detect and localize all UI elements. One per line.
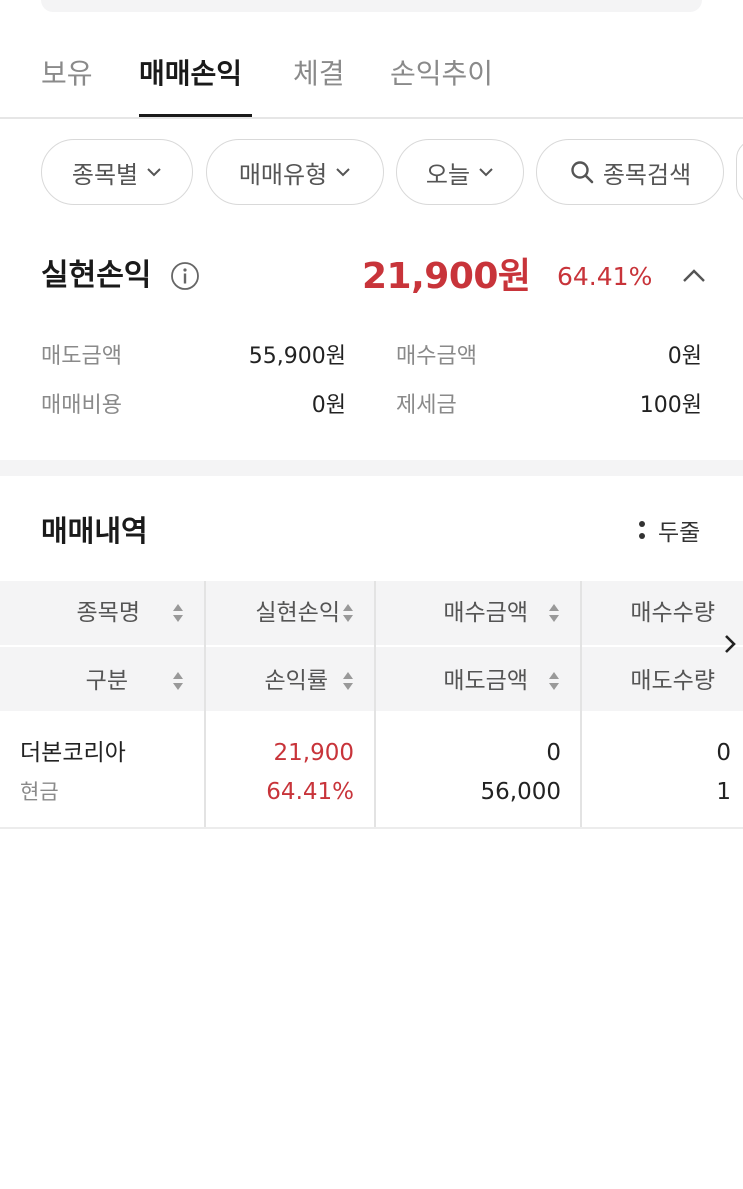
trade-cost-label: 매매비용 xyxy=(41,393,122,418)
tab-bar: 보유 매매손익 체결 손익추이 xyxy=(0,0,743,119)
tabs-divider xyxy=(0,117,743,119)
filter-by-stock-label: 종목별 xyxy=(71,160,139,189)
header-type[interactable]: 구분 xyxy=(20,666,128,696)
tab-holdings[interactable]: 보유 xyxy=(41,55,93,93)
row-divider xyxy=(0,827,743,829)
chevron-up-icon[interactable] xyxy=(681,266,707,284)
tab-pl-trend[interactable]: 손익추이 xyxy=(390,55,493,93)
search-icon xyxy=(569,159,595,185)
sort-icon[interactable] xyxy=(342,669,354,693)
column-separator xyxy=(374,581,376,828)
header-realized-pl[interactable]: 실현손익 xyxy=(214,598,340,628)
section-divider xyxy=(0,460,743,476)
filter-trade-type-label: 매매유형 xyxy=(238,160,328,189)
sort-icon[interactable] xyxy=(548,601,560,625)
trade-cost-value: 0원 xyxy=(311,393,346,418)
more-filter-chip[interactable] xyxy=(736,139,743,205)
filter-trade-type-button[interactable]: 매매유형 xyxy=(206,139,384,205)
trade-type-cell: 현금 xyxy=(20,780,59,804)
filter-period-label: 오늘 xyxy=(425,160,471,189)
sell-amount-value: 55,900원 xyxy=(248,344,346,369)
sort-icon[interactable] xyxy=(548,669,560,693)
tab-trading-pl[interactable]: 매매손익 xyxy=(139,55,242,93)
chevron-down-icon xyxy=(478,164,494,180)
sort-icon[interactable] xyxy=(172,669,184,693)
trade-history-title: 매매내역 xyxy=(41,514,148,548)
stock-search-label: 종목검색 xyxy=(602,160,692,189)
header-sell-qty[interactable]: 매도수량 xyxy=(590,666,715,696)
buy-qty-cell: 0 xyxy=(716,740,731,766)
sell-amount-label: 매도금액 xyxy=(41,344,122,369)
chevron-down-icon xyxy=(146,164,162,180)
two-dots-icon xyxy=(638,519,646,549)
buy-amount-label: 매수금액 xyxy=(396,344,477,369)
header-stock-name[interactable]: 종목명 xyxy=(20,598,140,628)
two-line-view-label: 두줄 xyxy=(658,520,701,546)
realized-pl-title: 실현손익 xyxy=(41,258,152,293)
realized-pl-amount: 21,900원 xyxy=(362,256,531,297)
sort-icon[interactable] xyxy=(172,601,184,625)
filter-by-stock-button[interactable]: 종목별 xyxy=(41,139,193,205)
tab-executions[interactable]: 체결 xyxy=(293,55,345,93)
pl-rate-cell: 64.41% xyxy=(266,779,354,805)
sort-icon[interactable] xyxy=(342,601,354,625)
column-separator xyxy=(204,581,206,828)
realized-pl-cell: 21,900 xyxy=(273,740,354,766)
sell-amount-cell: 56,000 xyxy=(480,779,561,805)
header-buy-qty[interactable]: 매수수량 xyxy=(590,598,715,628)
header-pl-rate[interactable]: 손익률 xyxy=(214,666,328,696)
header-buy-amount[interactable]: 매수금액 xyxy=(390,598,528,628)
buy-amount-value: 0원 xyxy=(667,344,702,369)
stock-name-cell: 더본코리아 xyxy=(20,740,126,766)
sell-qty-cell: 1 xyxy=(716,779,731,805)
info-icon[interactable] xyxy=(170,261,200,291)
column-separator xyxy=(580,581,582,828)
chevron-right-icon[interactable] xyxy=(722,633,738,655)
stock-search-button[interactable]: 종목검색 xyxy=(536,139,724,205)
tax-label: 제세금 xyxy=(396,393,457,418)
filter-period-button[interactable]: 오늘 xyxy=(396,139,524,205)
tax-value: 100원 xyxy=(639,393,702,418)
header-sell-amount[interactable]: 매도금액 xyxy=(390,666,528,696)
realized-pl-rate: 64.41% xyxy=(557,262,653,291)
two-line-view-toggle[interactable]: 두줄 xyxy=(638,518,700,549)
chevron-down-icon xyxy=(335,164,351,180)
buy-amount-cell: 0 xyxy=(546,740,561,766)
header-row-divider xyxy=(0,645,743,647)
